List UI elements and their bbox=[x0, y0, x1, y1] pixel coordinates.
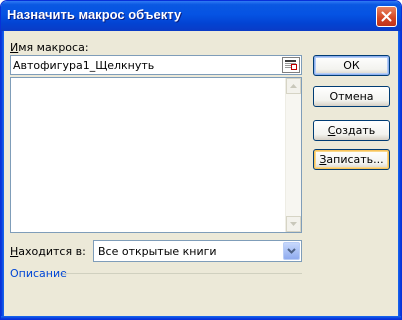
ok-button-label: ОК bbox=[343, 59, 360, 72]
location-dropdown-button[interactable] bbox=[283, 242, 300, 260]
macro-name-label: Имя макроса: bbox=[10, 41, 89, 54]
create-button-accesskey: С bbox=[327, 124, 336, 137]
chevron-down-icon bbox=[287, 248, 296, 254]
create-button[interactable]: Создать bbox=[313, 120, 390, 141]
title-bar[interactable]: Назначить макрос объекту bbox=[1, 1, 401, 31]
location-label-text: аходится в: bbox=[18, 245, 86, 258]
description-label: Описание bbox=[10, 267, 67, 280]
record-button-label: аписать... bbox=[326, 153, 384, 166]
scroll-down-button[interactable] bbox=[286, 216, 301, 232]
collapse-dialog-button[interactable] bbox=[282, 57, 300, 73]
location-label: Находится в: bbox=[10, 245, 86, 258]
record-button-accesskey: З bbox=[319, 153, 327, 166]
ok-button[interactable]: ОК bbox=[313, 55, 390, 76]
macro-name-value: Автофигура1_Щелкнуть bbox=[13, 59, 155, 72]
close-button[interactable] bbox=[376, 6, 397, 27]
range-select-icon bbox=[285, 60, 297, 70]
scroll-up-button[interactable] bbox=[286, 78, 301, 94]
chevron-up-icon bbox=[290, 84, 297, 88]
macro-name-label-text: мя макроса: bbox=[18, 41, 89, 54]
macro-list-scrollbar[interactable] bbox=[285, 78, 301, 232]
record-button[interactable]: Записать... bbox=[313, 149, 390, 170]
macro-name-input[interactable]: Автофигура1_Щелкнуть bbox=[10, 55, 302, 75]
window-frame-right bbox=[398, 31, 401, 319]
chevron-down-icon bbox=[290, 222, 297, 226]
location-select[interactable]: Все открытые книги bbox=[93, 240, 302, 262]
assign-macro-dialog: Назначить макрос объекту Имя макроса: Ав… bbox=[0, 0, 402, 320]
cancel-button[interactable]: Отмена bbox=[313, 86, 390, 107]
window-frame-bottom bbox=[1, 316, 401, 319]
description-divider bbox=[63, 273, 302, 274]
macro-list[interactable] bbox=[10, 77, 302, 233]
location-select-value: Все открытые книги bbox=[98, 245, 217, 258]
create-button-label: оздать bbox=[335, 124, 376, 137]
close-icon bbox=[381, 11, 392, 22]
dialog-title: Назначить макрос объекту bbox=[7, 7, 182, 22]
macro-name-label-accesskey: И bbox=[10, 41, 19, 54]
window-frame-left bbox=[1, 31, 4, 319]
cancel-button-label: Отмена bbox=[329, 90, 374, 103]
